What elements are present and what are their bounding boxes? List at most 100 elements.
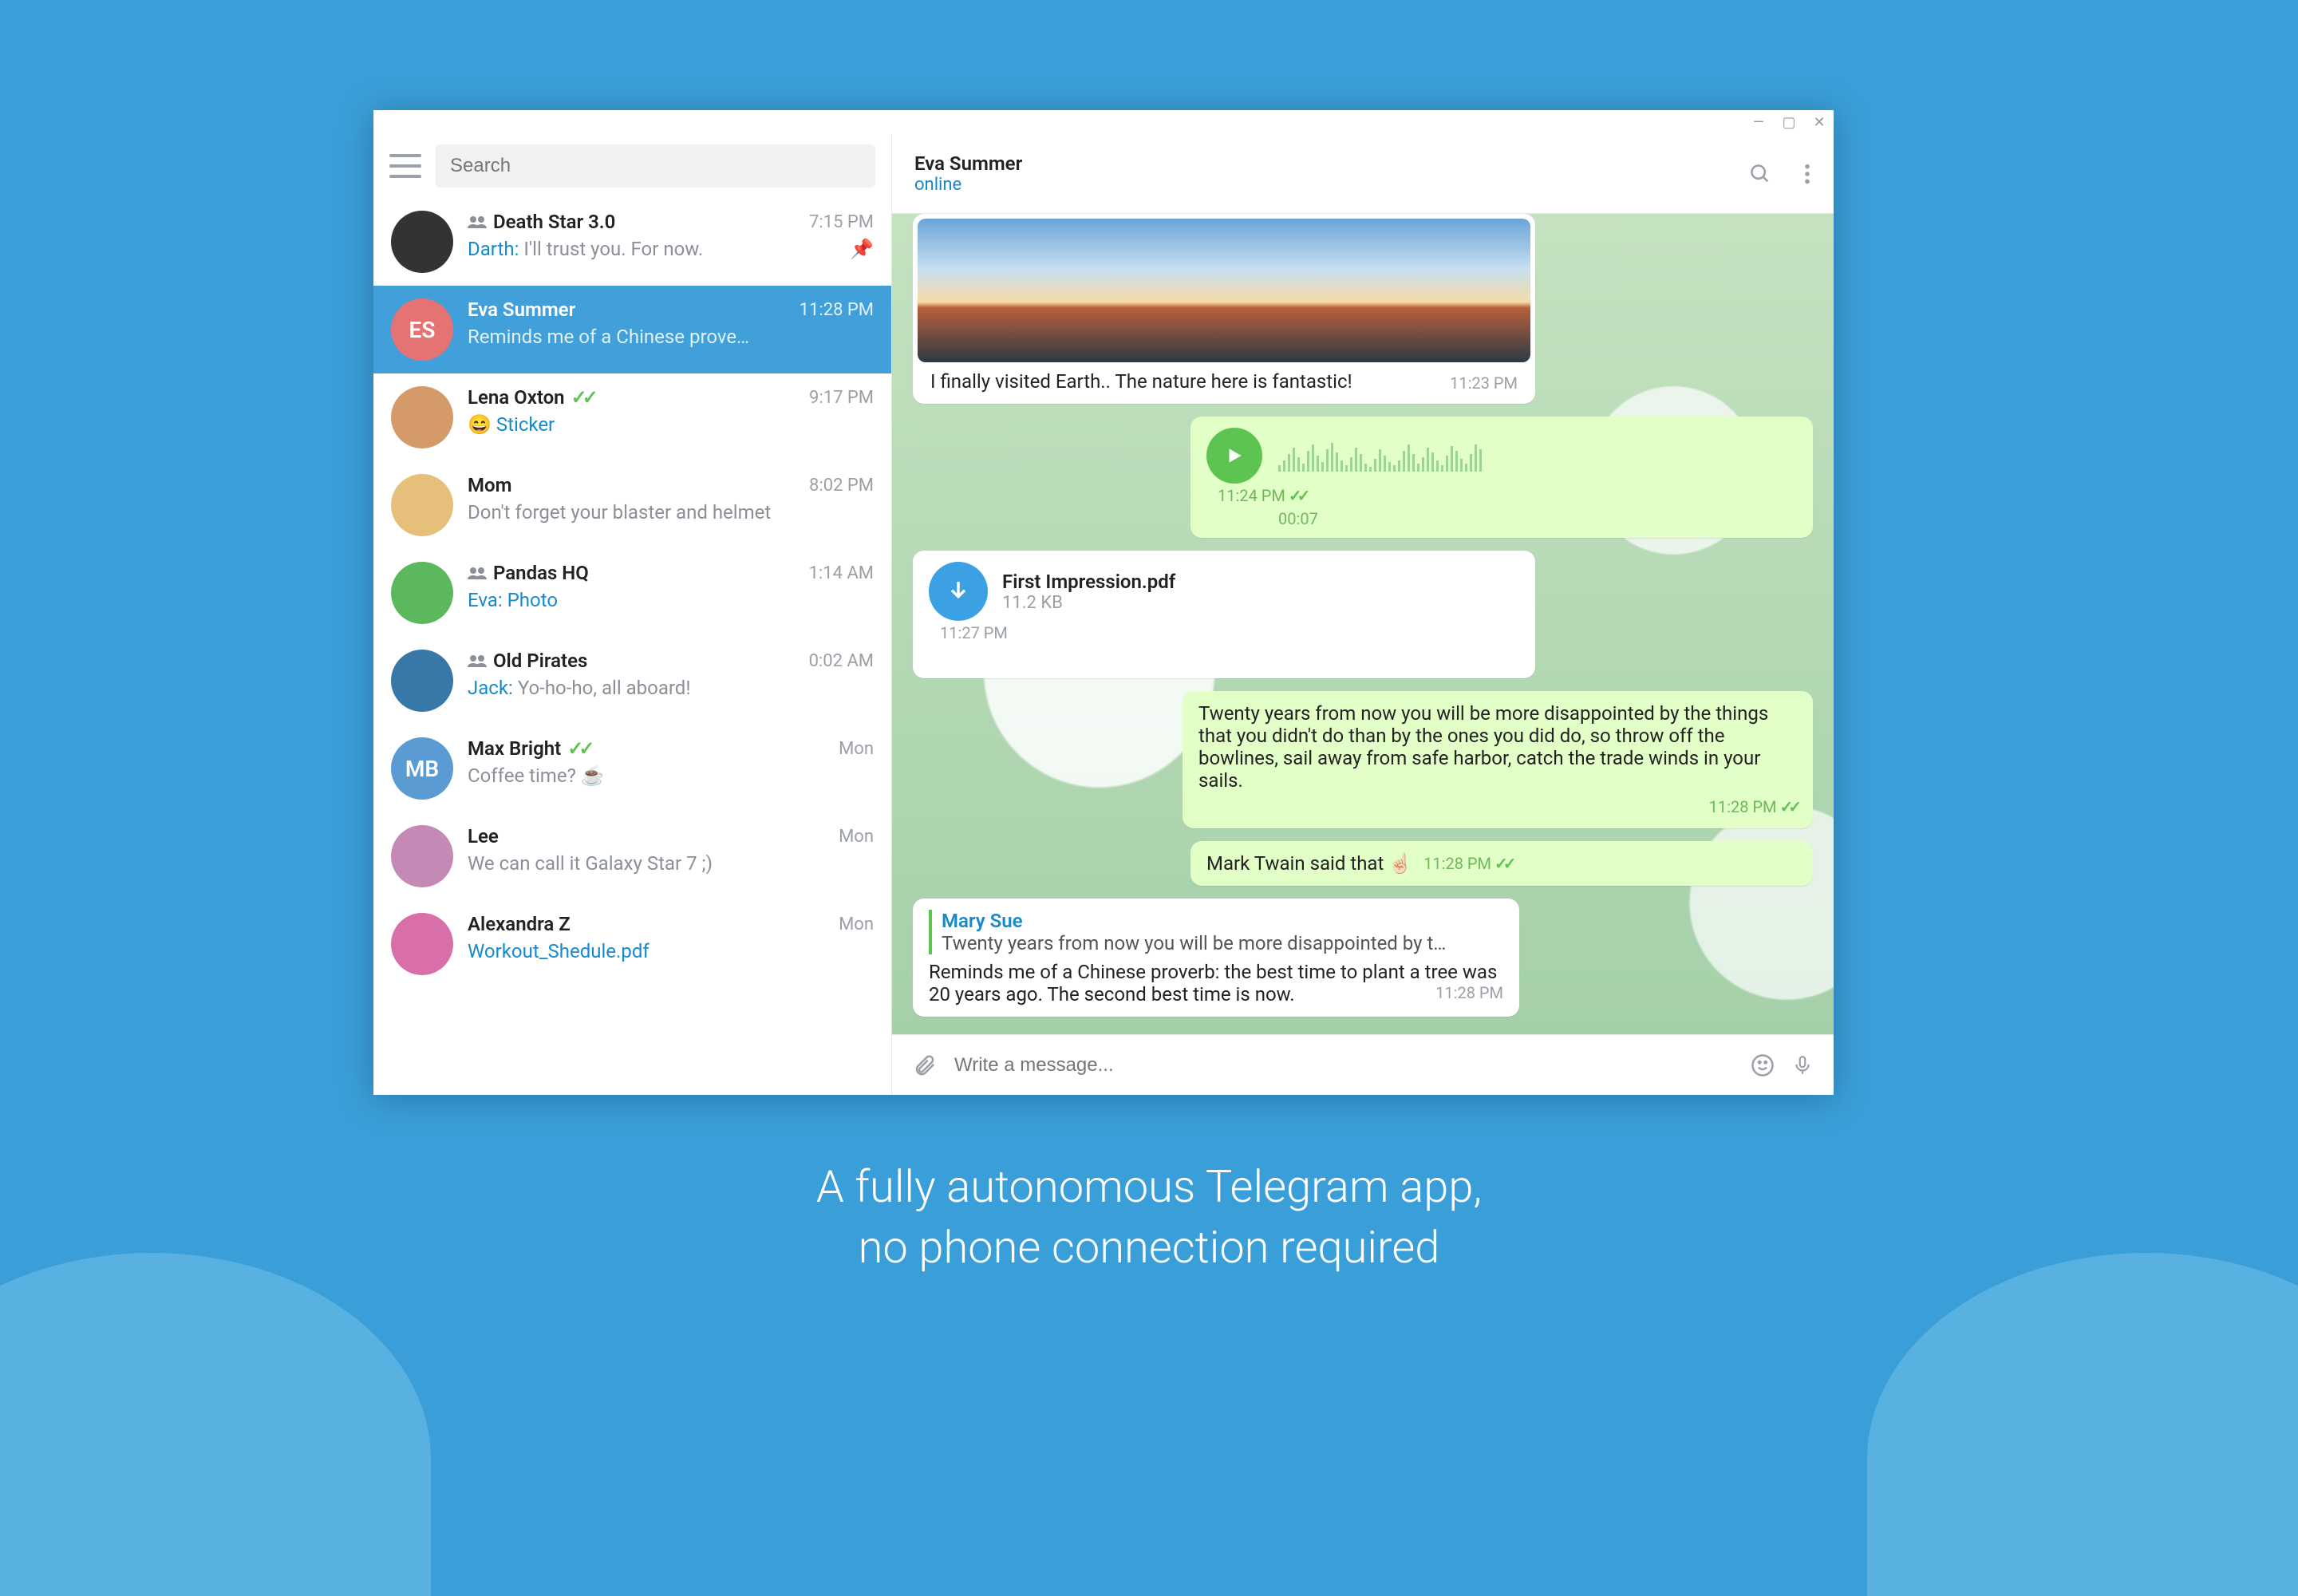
chat-time: 8:02 PM xyxy=(809,476,874,496)
message-text-out[interactable]: Mark Twain said that ☝🏻 11:28 PM✓✓ xyxy=(1190,841,1813,886)
preview-emoji: 😄 xyxy=(468,413,492,436)
titlebar: — ▢ ✕ xyxy=(373,110,1834,134)
chat-time: 1:14 AM xyxy=(809,563,874,583)
group-icon xyxy=(468,654,487,668)
chat-list: Death Star 3.07:15 PMDarth: I'll trust y… xyxy=(373,198,891,1095)
chat-name: Lena Oxton xyxy=(468,386,565,409)
preview-sender: Jack: xyxy=(468,677,513,699)
group-icon xyxy=(468,215,487,229)
audio-waveform[interactable] xyxy=(1278,440,1653,472)
message-file[interactable]: First Impression.pdf 11.2 KB 11:27 PM xyxy=(913,551,1535,678)
message-time: 11:27 PM xyxy=(940,623,1008,642)
search-field[interactable] xyxy=(436,144,875,188)
chat-list-item[interactable]: Lena Oxton ✓✓ 9:17 PM 😄 Sticker xyxy=(373,373,891,461)
search-input[interactable] xyxy=(450,155,861,177)
more-options-icon[interactable] xyxy=(1803,163,1811,185)
message-input[interactable] xyxy=(954,1054,1733,1077)
photo-attachment[interactable] xyxy=(918,219,1530,362)
chat-time: 7:15 PM xyxy=(809,212,874,232)
message-time: 11:28 PM xyxy=(1435,983,1503,1002)
chat-time: 9:17 PM xyxy=(809,388,874,408)
minimize-button[interactable]: — xyxy=(1751,114,1767,130)
chat-preview: Photo xyxy=(507,589,558,611)
chat-time: 11:28 PM xyxy=(800,300,874,320)
app-window: — ▢ ✕ Death Star 3.07:15 PMDarth: I'll t… xyxy=(373,110,1834,1095)
message-reply-in[interactable]: Mary Sue Twenty years from now you will … xyxy=(913,899,1519,1017)
play-button[interactable] xyxy=(1206,428,1262,484)
preview-sender: Eva: xyxy=(468,589,503,611)
decorative-cloud-left xyxy=(0,1253,431,1596)
chat-preview: Yo-ho-ho, all aboard! xyxy=(518,677,691,699)
chat-name: Mom xyxy=(468,474,511,496)
decorative-cloud-right xyxy=(1867,1253,2298,1596)
avatar: MB xyxy=(391,737,453,800)
avatar xyxy=(391,825,453,887)
read-ticks-icon: ✓✓ xyxy=(567,737,590,760)
chat-name: Pandas HQ xyxy=(493,562,589,584)
download-icon[interactable] xyxy=(929,562,988,621)
chat-preview: Reminds me of a Chinese prove… xyxy=(468,326,749,348)
search-in-chat-icon[interactable] xyxy=(1749,163,1771,185)
quoted-message[interactable]: Mary Sue Twenty years from now you will … xyxy=(929,910,1503,954)
chat-name: Alexandra Z xyxy=(468,913,571,935)
quote-author: Mary Sue xyxy=(942,910,1503,932)
chat-status: online xyxy=(914,175,1022,195)
close-button[interactable]: ✕ xyxy=(1811,114,1827,130)
avatar xyxy=(391,386,453,448)
photo-caption-text: I finally visited Earth.. The nature her… xyxy=(930,370,1352,393)
microphone-icon[interactable] xyxy=(1792,1053,1813,1077)
chat-preview: I'll trust you. For now. xyxy=(523,238,703,260)
chat-list-item[interactable]: Alexandra Z Mon Workout_Shedule.pdf xyxy=(373,900,891,988)
message-text-out[interactable]: Twenty years from now you will be more d… xyxy=(1183,691,1813,828)
chat-name: Death Star 3.0 xyxy=(493,211,615,233)
avatar: ES xyxy=(391,298,453,361)
chat-title: Eva Summer xyxy=(914,152,1022,175)
chat-list-item[interactable]: MB Max Bright ✓✓ Mon Coffee time? ☕ xyxy=(373,725,891,812)
message-time: 11:24 PM✓✓ xyxy=(1218,486,1305,505)
message-voice[interactable]: 00:07 11:24 PM✓✓ xyxy=(1190,417,1813,538)
chat-list-item[interactable]: LeeMonWe can call it Galaxy Star 7 ;) xyxy=(373,812,891,900)
maximize-button[interactable]: ▢ xyxy=(1781,114,1797,130)
audio-duration: 00:07 xyxy=(1278,509,1318,528)
chat-time: Mon xyxy=(839,915,874,934)
file-name: First Impression.pdf xyxy=(1002,571,1175,593)
chat-name: Eva Summer xyxy=(468,298,575,321)
chat-list-item[interactable]: Mom8:02 PMDon't forget your blaster and … xyxy=(373,461,891,549)
chat-name: Old Pirates xyxy=(493,650,587,672)
message-text: Reminds me of a Chinese proverb: the bes… xyxy=(929,961,1497,1005)
message-time: 11:28 PM✓✓ xyxy=(1709,797,1797,816)
chat-list-item[interactable]: Death Star 3.07:15 PMDarth: I'll trust y… xyxy=(373,198,891,286)
message-text: Twenty years from now you will be more d… xyxy=(1198,702,1768,792)
menu-button[interactable] xyxy=(389,154,421,178)
message-photo[interactable]: I finally visited Earth.. The nature her… xyxy=(913,214,1535,404)
chat-preview: Sticker xyxy=(496,413,555,436)
chat-preview: Workout_Shedule.pdf xyxy=(468,940,650,962)
sidebar: Death Star 3.07:15 PMDarth: I'll trust y… xyxy=(373,134,892,1095)
emoji-icon[interactable] xyxy=(1751,1053,1775,1077)
avatar xyxy=(391,913,453,975)
chat-preview: Coffee time? ☕ xyxy=(468,764,605,787)
compose-bar xyxy=(892,1034,1834,1095)
messages-area[interactable]: I finally visited Earth.. The nature her… xyxy=(892,214,1834,1034)
chat-header: Eva Summer online xyxy=(892,134,1834,214)
file-size: 11.2 KB xyxy=(1002,593,1175,613)
message-text: Mark Twain said that ☝🏻 xyxy=(1206,852,1412,875)
conversation-pane: Eva Summer online I finall xyxy=(892,134,1834,1095)
chat-list-item[interactable]: ES Eva Summer 11:28 PM Reminds me of a Chin… xyxy=(373,286,891,373)
avatar xyxy=(391,650,453,712)
pinned-icon: 📌 xyxy=(850,238,874,260)
chat-preview: We can call it Galaxy Star 7 ;) xyxy=(468,852,713,875)
group-icon xyxy=(468,566,487,580)
chat-time: 0:02 AM xyxy=(809,651,874,671)
promo-tagline: A fully autonomous Telegram app, no phon… xyxy=(0,1157,2298,1278)
chat-list-item[interactable]: Old Pirates 0:02 AM Jack: Yo-ho-ho, all ab… xyxy=(373,637,891,725)
attach-icon[interactable] xyxy=(913,1053,937,1077)
message-time: 11:23 PM xyxy=(1450,373,1518,393)
quote-text: Twenty years from now you will be more d… xyxy=(942,932,1503,954)
avatar xyxy=(391,211,453,273)
chat-name: Max Bright xyxy=(468,737,561,760)
chat-time: Mon xyxy=(839,739,874,759)
read-ticks-icon: ✓✓ xyxy=(571,386,594,409)
message-time: 11:28 PM✓✓ xyxy=(1423,854,1511,873)
chat-list-item[interactable]: Pandas HQ 1:14 AM Eva: Photo xyxy=(373,549,891,637)
